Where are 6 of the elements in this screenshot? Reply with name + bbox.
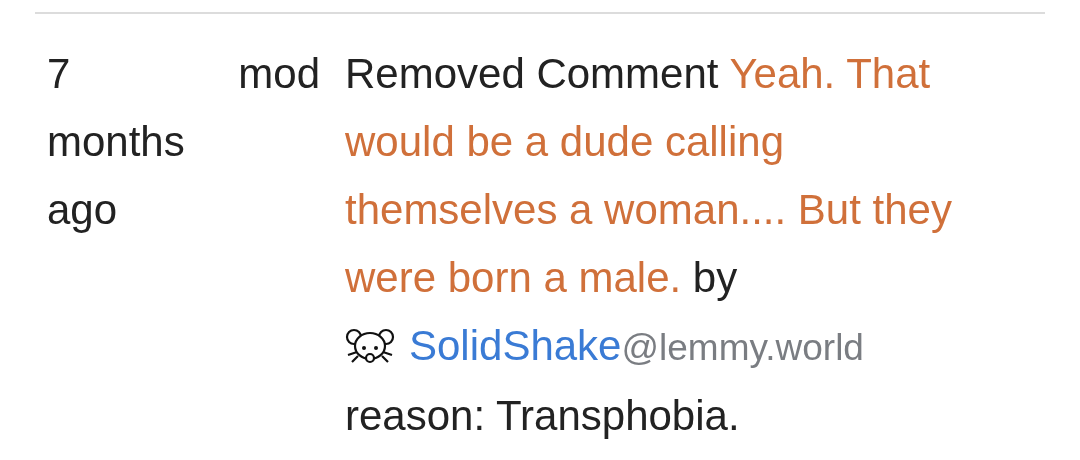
mouse-icon <box>345 328 395 366</box>
removal-message: Removed Comment Yeah. That would be a dude calling themselves a woman.... But they were born a male. by <box>345 49 953 303</box>
user-link[interactable]: SolidShake@lemmy.world <box>409 312 864 382</box>
reason-text: reason: Transphobia. <box>345 391 741 441</box>
time-text: 7 months ago <box>47 49 186 235</box>
moderator-text: mod <box>238 49 320 99</box>
